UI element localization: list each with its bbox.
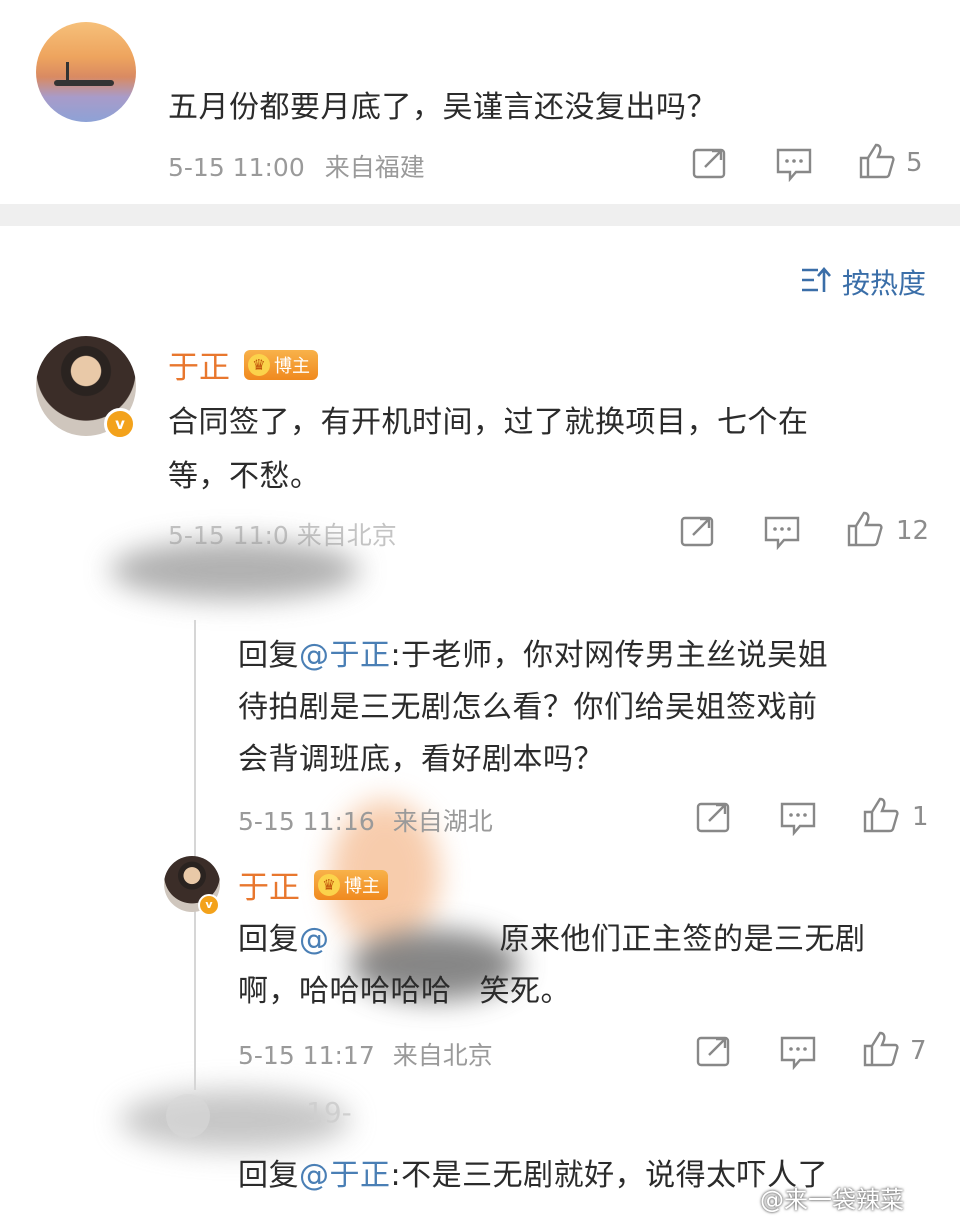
reply-meta: 5-15 11:17 来自北京: [238, 1041, 493, 1070]
replier-name[interactable]: 于正: [238, 862, 300, 907]
share-icon[interactable]: [696, 1034, 732, 1068]
sort-toggle[interactable]: 按热度: [800, 262, 926, 302]
verified-badge-icon: v: [198, 894, 220, 916]
share-icon[interactable]: [692, 146, 728, 180]
post-meta: 5-15 11:00 来自福建: [168, 148, 425, 184]
crown-icon: ♛: [318, 873, 340, 896]
verified-badge-icon: v: [104, 408, 136, 440]
reply-like-count: 7: [910, 1036, 927, 1066]
reply-header: 于正 ♛ 博主: [238, 862, 388, 907]
share-icon[interactable]: [680, 514, 716, 548]
thread-line: [194, 620, 196, 1090]
reply-meta: 5-15 11:16 来自湖北: [238, 807, 493, 836]
like-icon[interactable]: [862, 1030, 900, 1068]
reply-text: 回复@于正:不是三无剧就好，说得太吓人了: [238, 1158, 829, 1193]
author-badge: ♛ 博主: [244, 349, 318, 380]
replier-name[interactable]: 19-: [306, 1096, 352, 1129]
mention-link[interactable]: @于正: [299, 638, 391, 673]
reply-avatar[interactable]: [166, 1094, 210, 1138]
commenter-name[interactable]: 于正: [168, 342, 230, 387]
comment-icon[interactable]: [764, 514, 800, 550]
share-icon[interactable]: [696, 800, 732, 834]
redaction-smudge: [110, 540, 360, 600]
crown-icon: ♛: [248, 353, 270, 376]
author-badge: ♛ 博主: [314, 869, 388, 900]
sort-label: 按热度: [842, 267, 927, 300]
sort-icon: [800, 266, 832, 298]
section-divider: [0, 204, 960, 226]
like-icon[interactable]: [846, 510, 884, 548]
watermark: @来一袋辣菜: [760, 1186, 904, 1214]
reply-text: 回复@于正:于老师，你对网传男主丝说吴姐 待拍剧是三无剧怎么看？你们给吴姐签戏前…: [238, 638, 829, 777]
comment-icon[interactable]: [780, 800, 816, 836]
post-avatar[interactable]: [36, 22, 136, 122]
comment-icon[interactable]: [780, 1034, 816, 1070]
like-icon[interactable]: [862, 796, 900, 834]
post-like-count: 5: [906, 148, 923, 178]
post-location: 来自福建: [324, 153, 425, 182]
reply-like-count: 1: [912, 802, 929, 832]
comment-icon[interactable]: [776, 146, 812, 182]
like-icon[interactable]: [858, 142, 896, 180]
comment-header: 于正 ♛ 博主: [168, 342, 318, 387]
post-time: 5-15 11:00: [168, 153, 305, 182]
comment-text: 合同签了，有开机时间，过了就换项目，七个在 等，不愁。: [168, 405, 809, 494]
reply-text: 回复@ 原来他们正主签的是三无剧 啊，哈哈哈哈哈 笑死。: [238, 922, 866, 1009]
post-text: 五月份都要月底了，吴谨言还没复出吗？: [168, 90, 717, 125]
comment-like-count: 12: [896, 516, 930, 546]
